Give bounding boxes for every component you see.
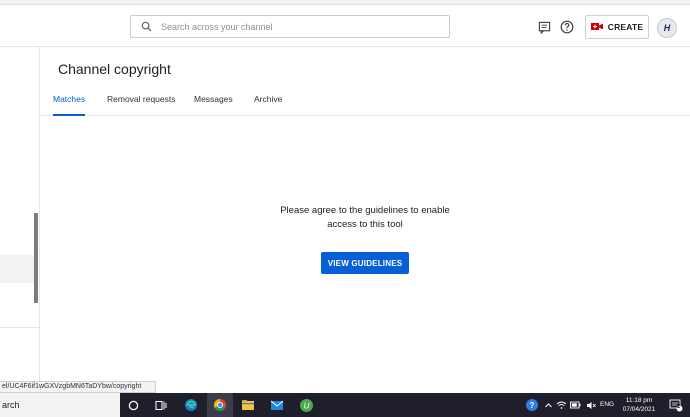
taskbar-clock[interactable]: 11:18 pm 07/04/2021 xyxy=(618,396,660,414)
tab-removal-requests[interactable]: Removal requests xyxy=(107,94,176,116)
task-view-icon[interactable] xyxy=(153,397,169,413)
sidebar xyxy=(0,47,40,393)
search-input[interactable] xyxy=(161,17,431,36)
sidebar-divider xyxy=(0,327,39,328)
tab-messages[interactable]: Messages xyxy=(194,94,233,116)
clock-date: 07/04/2021 xyxy=(622,406,656,413)
edge-browser-icon[interactable] xyxy=(183,397,199,413)
speaker-icon[interactable] xyxy=(583,397,599,413)
notification-count: 2 xyxy=(677,404,681,410)
avatar[interactable]: H xyxy=(657,18,677,38)
feedback-icon[interactable] xyxy=(536,19,552,35)
taskbar-search[interactable]: arch xyxy=(0,393,120,417)
avatar-letter: H xyxy=(663,23,671,33)
cortana-icon[interactable] xyxy=(125,397,141,413)
video-camera-icon xyxy=(590,22,603,33)
clock-time: 11:18 pm xyxy=(625,397,653,404)
sidebar-scrollbar[interactable] xyxy=(34,213,38,303)
search-box[interactable] xyxy=(130,15,450,38)
top-header: CREATE H xyxy=(0,5,690,47)
file-explorer-icon[interactable] xyxy=(240,397,256,413)
language-indicator[interactable]: ENG xyxy=(600,401,614,408)
svg-text:?: ? xyxy=(530,401,535,410)
tab-matches[interactable]: Matches xyxy=(53,94,86,116)
app-window: CREATE H Channel copyright Matches Remov… xyxy=(0,0,690,417)
search-icon[interactable] xyxy=(131,16,161,37)
upwork-icon[interactable]: U xyxy=(298,397,314,413)
create-label: CREATE xyxy=(607,22,644,32)
help-tray-icon[interactable]: ? xyxy=(524,397,540,413)
battery-icon[interactable] xyxy=(567,397,583,413)
notifications-icon[interactable] xyxy=(668,397,684,413)
sidebar-item-selected[interactable] xyxy=(0,255,34,283)
taskbar: arch U ? ENG 11:18 pm 07/04/2021 2 xyxy=(0,393,690,417)
mail-icon[interactable] xyxy=(269,397,285,413)
status-url: el/UC4F6if1wGXVzgbMN6TaDYbw/copyright xyxy=(0,381,156,393)
tab-bar: Matches Removal requests Messages Archiv… xyxy=(40,88,690,116)
tab-archive[interactable]: Archive xyxy=(254,94,282,116)
svg-text:U: U xyxy=(303,401,309,410)
page-title: Channel copyright xyxy=(58,61,171,77)
create-button[interactable]: CREATE xyxy=(585,15,649,39)
help-icon[interactable] xyxy=(559,19,575,35)
chrome-icon[interactable] xyxy=(212,397,228,413)
view-guidelines-button[interactable]: VIEW GUIDELINES xyxy=(321,252,409,274)
guidelines-message: Please agree to the guidelines to enable… xyxy=(280,205,450,230)
